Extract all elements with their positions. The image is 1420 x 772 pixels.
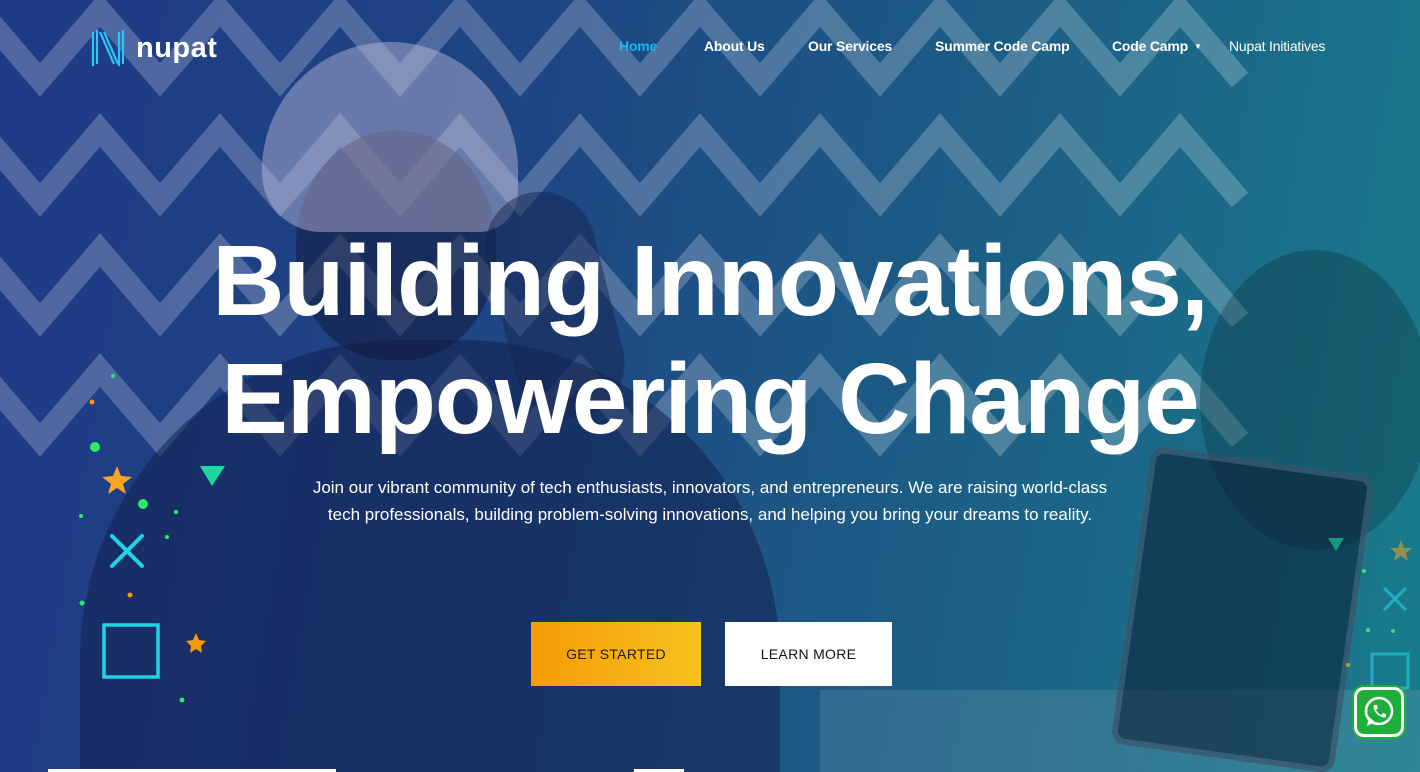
- caret-down-icon: ▼: [1194, 42, 1202, 51]
- gold-star-icon: [1390, 540, 1412, 561]
- hero-subtext-line-2: tech professionals, building problem-sol…: [327, 505, 1093, 524]
- nav-item-our-services[interactable]: Our Services: [808, 38, 892, 54]
- hero-headline: Building Innovations, Empowering Change: [0, 222, 1420, 458]
- orange-dot-icon: [127, 592, 133, 598]
- learn-more-button[interactable]: LEARN MORE: [725, 622, 892, 686]
- main-navigation: Home About Us Our Services Summer Code C…: [0, 38, 1420, 60]
- get-started-button[interactable]: GET STARTED: [531, 622, 701, 686]
- green-triangle-icon: [1328, 538, 1344, 551]
- green-dot-icon: [1366, 628, 1370, 632]
- hero-headline-line-1: Building Innovations,: [212, 225, 1209, 337]
- orange-star-icon: [186, 633, 206, 653]
- cyan-square-icon: [1370, 652, 1410, 690]
- whatsapp-icon: [1364, 696, 1394, 726]
- hero-subtext-line-1: Join our vibrant community of tech enthu…: [312, 478, 1108, 497]
- decorative-shapes-right: [1328, 538, 1412, 690]
- nav-item-nupat-initiatives[interactable]: Nupat Initiatives: [1229, 38, 1325, 54]
- green-dot-icon: [1391, 629, 1395, 633]
- nav-item-code-camp[interactable]: Code Camp ▼: [1112, 38, 1202, 54]
- nav-item-code-camp-label: Code Camp: [1112, 38, 1188, 54]
- nav-item-home[interactable]: Home: [619, 38, 657, 54]
- orange-dot-icon: [1346, 663, 1350, 667]
- green-dot-icon: [1362, 569, 1366, 573]
- nav-item-summer-code-camp[interactable]: Summer Code Camp: [935, 38, 1070, 54]
- green-dot-icon: [79, 600, 85, 606]
- nav-item-about-us[interactable]: About Us: [704, 38, 765, 54]
- cyan-x-icon: [1382, 586, 1408, 612]
- hero-headline-line-2: Empowering Change: [221, 343, 1200, 455]
- cyan-square-icon: [102, 623, 160, 679]
- hero-subtext: Join our vibrant community of tech enthu…: [0, 474, 1420, 528]
- whatsapp-chat-button[interactable]: [1354, 687, 1404, 737]
- cyan-x-icon: [110, 534, 144, 568]
- green-dot-icon: [179, 697, 185, 703]
- green-dot-icon: [165, 535, 169, 539]
